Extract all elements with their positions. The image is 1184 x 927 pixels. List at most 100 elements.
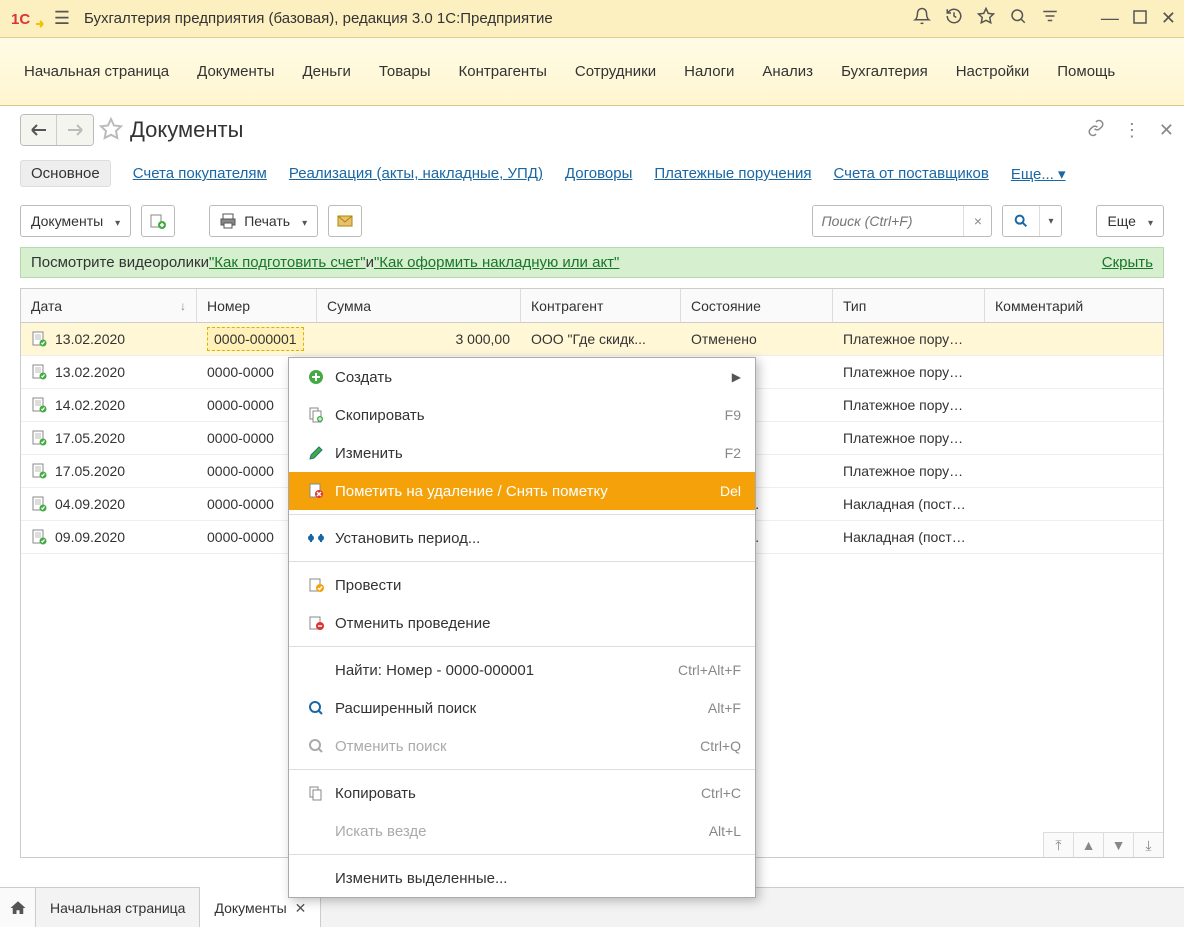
search-icon[interactable] <box>1009 7 1027 30</box>
section-start[interactable]: Начальная страница <box>10 55 183 88</box>
titlebar: 1С ☰ Бухгалтерия предприятия (базовая), … <box>0 0 1184 38</box>
ctx-shortcut: Ctrl+C <box>701 785 741 801</box>
tip-strip: Посмотрите видеоролики "Как подготовить … <box>20 247 1164 278</box>
col-state[interactable]: Состояние <box>681 289 833 322</box>
ctx-icon <box>303 483 329 499</box>
documents-dropdown-button[interactable]: Документы <box>20 205 131 237</box>
section-employees[interactable]: Сотрудники <box>561 55 670 88</box>
ctx-label: Установить период... <box>329 530 741 547</box>
ctx-item[interactable]: КопироватьCtrl+C <box>289 774 755 812</box>
section-accounting[interactable]: Бухгалтерия <box>827 55 942 88</box>
ctx-shortcut: F2 <box>725 445 741 461</box>
logo-1c: 1С <box>8 7 48 31</box>
search-clear-button[interactable]: × <box>963 206 991 236</box>
submenu-arrow-icon: ▶ <box>732 370 741 384</box>
tab-start-page[interactable]: Начальная страница <box>36 888 200 927</box>
tip-mid: и <box>366 254 374 271</box>
window-title: Бухгалтерия предприятия (базовая), редак… <box>84 10 913 27</box>
ctx-item[interactable]: Установить период... <box>289 519 755 557</box>
ctx-shortcut: Ctrl+Q <box>700 738 741 754</box>
section-taxes[interactable]: Налоги <box>670 55 748 88</box>
search-input[interactable] <box>813 206 963 236</box>
ctx-shortcut: Alt+L <box>709 823 741 839</box>
page-title: Документы <box>130 117 1087 143</box>
ctx-shortcut: Del <box>720 483 741 499</box>
link-customer-invoices[interactable]: Счета покупателям <box>133 165 267 182</box>
forward-button[interactable] <box>57 115 93 145</box>
history-icon[interactable] <box>945 7 963 30</box>
ctx-item[interactable]: ИзменитьF2 <box>289 434 755 472</box>
link-icon[interactable] <box>1087 119 1105 142</box>
close-icon[interactable]: ✕ <box>1161 8 1176 29</box>
search-button[interactable] <box>1003 206 1039 236</box>
svg-text:1С: 1С <box>11 11 30 28</box>
section-documents[interactable]: Документы <box>183 55 288 88</box>
home-icon[interactable] <box>0 888 36 927</box>
grid-last-icon[interactable]: ⤓ <box>1133 833 1163 857</box>
ctx-icon <box>303 738 329 754</box>
ctx-item[interactable]: СкопироватьF9 <box>289 396 755 434</box>
mail-button[interactable] <box>328 205 362 237</box>
ctx-item[interactable]: Пометить на удаление / Снять пометкуDel <box>289 472 755 510</box>
tip-link-1[interactable]: "Как подготовить счет" <box>209 254 366 271</box>
kebab-icon[interactable]: ⋮ <box>1123 120 1141 141</box>
tip-hide[interactable]: Скрыть <box>1102 254 1153 271</box>
ctx-item[interactable]: Отменить проведение <box>289 604 755 642</box>
ctx-label: Найти: Номер - 0000-000001 <box>329 662 678 679</box>
tab-main[interactable]: Основное <box>20 160 111 187</box>
tip-link-2[interactable]: "Как оформить накладную или акт" <box>374 254 619 271</box>
ctx-icon <box>303 785 329 801</box>
section-analysis[interactable]: Анализ <box>748 55 827 88</box>
ctx-label: Искать везде <box>329 823 709 840</box>
ctx-item[interactable]: Провести <box>289 566 755 604</box>
section-money[interactable]: Деньги <box>288 55 364 88</box>
section-counterparties[interactable]: Контрагенты <box>445 55 561 88</box>
search-dropdown-button[interactable]: ▾ <box>1039 206 1061 236</box>
hamburger-icon[interactable]: ☰ <box>48 8 76 29</box>
ctx-shortcut: Ctrl+Alt+F <box>678 662 741 678</box>
bell-icon[interactable] <box>913 7 931 30</box>
minimize-icon[interactable]: — <box>1101 8 1119 29</box>
ctx-item[interactable]: Расширенный поискAlt+F <box>289 689 755 727</box>
print-button[interactable]: Печать <box>209 205 318 237</box>
section-settings[interactable]: Настройки <box>942 55 1044 88</box>
ctx-icon <box>303 577 329 593</box>
ctx-icon <box>303 445 329 461</box>
col-number[interactable]: Номер <box>197 289 317 322</box>
table-row[interactable]: 13.02.20200000-0000013 000,00ООО "Где ск… <box>21 323 1163 356</box>
close-tab-icon[interactable]: ✕ <box>1159 120 1174 141</box>
grid-first-icon[interactable]: ⤒ <box>1043 833 1073 857</box>
section-goods[interactable]: Товары <box>365 55 445 88</box>
maximize-icon[interactable] <box>1133 8 1147 29</box>
create-button[interactable] <box>141 205 175 237</box>
grid-up-icon[interactable]: ▲ <box>1073 833 1103 857</box>
section-help[interactable]: Помощь <box>1043 55 1129 88</box>
ctx-icon <box>303 615 329 631</box>
tab-close-icon[interactable]: ✕ <box>295 900 307 917</box>
print-label: Печать <box>244 213 290 229</box>
col-type[interactable]: Тип <box>833 289 985 322</box>
more-link[interactable]: Еще... <box>1011 165 1066 183</box>
ctx-item[interactable]: Создать▶ <box>289 358 755 396</box>
ctx-label: Копировать <box>329 785 701 802</box>
link-payment-orders[interactable]: Платежные поручения <box>654 165 811 182</box>
col-counterparty[interactable]: Контрагент <box>521 289 681 322</box>
link-contracts[interactable]: Договоры <box>565 165 632 182</box>
back-button[interactable] <box>21 115 57 145</box>
grid-down-icon[interactable]: ▼ <box>1103 833 1133 857</box>
search-button-group: ▾ <box>1002 205 1062 237</box>
filter-lines-icon[interactable] <box>1041 7 1059 30</box>
ctx-item[interactable]: Изменить выделенные... <box>289 859 755 897</box>
ctx-item[interactable]: Найти: Номер - 0000-000001Ctrl+Alt+F <box>289 651 755 689</box>
search-box: × <box>812 205 992 237</box>
col-date[interactable]: Дата↓ <box>21 289 197 322</box>
more-button[interactable]: Еще <box>1096 205 1164 237</box>
nav-buttons <box>20 114 94 146</box>
star-icon[interactable] <box>977 7 995 30</box>
col-comment[interactable]: Комментарий <box>985 289 1163 322</box>
favorite-star-icon[interactable] <box>94 117 128 144</box>
context-menu: Создать▶СкопироватьF9ИзменитьF2Пометить … <box>288 357 756 898</box>
link-sales[interactable]: Реализация (акты, накладные, УПД) <box>289 165 543 182</box>
col-sum[interactable]: Сумма <box>317 289 521 322</box>
link-supplier-invoices[interactable]: Счета от поставщиков <box>834 165 989 182</box>
